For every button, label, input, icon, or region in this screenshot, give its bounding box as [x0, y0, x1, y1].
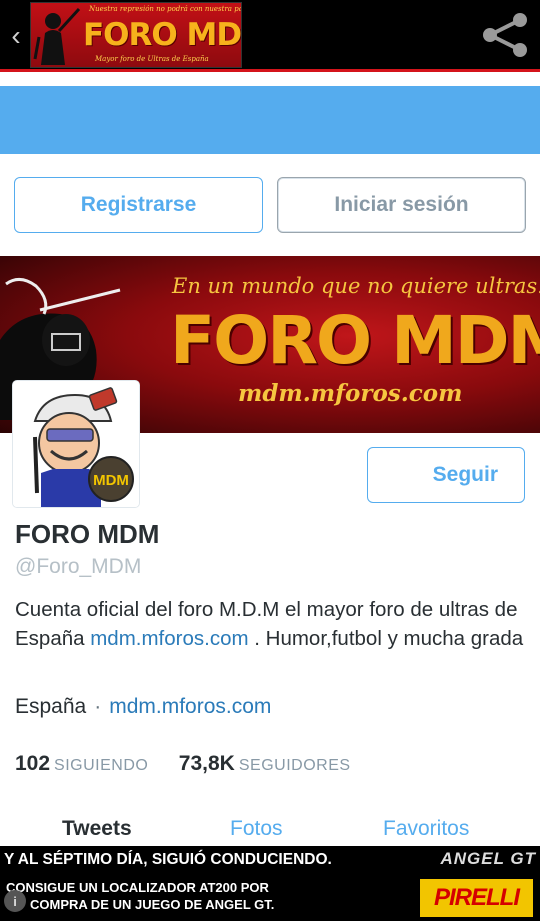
riot-cartoon-avatar-icon: MDM: [13, 381, 139, 507]
profile-tabs: Tweets Fotos Favoritos: [0, 817, 540, 847]
bio-text-end: . Humor,futbol y mucha grada: [248, 626, 524, 650]
followers-count: 73,8K: [178, 752, 235, 775]
profile-name: FORO MDM: [15, 519, 160, 549]
following-stat[interactable]: 102 SIGUIENDO: [15, 752, 148, 776]
avatar-badge-text: MDM: [93, 472, 129, 489]
ad-brand: ANGEL GT: [440, 849, 536, 868]
profile-location-row: España · mdm.mforos.com: [15, 695, 271, 719]
followers-label: SEGUIDORES: [238, 757, 351, 774]
ad-banner[interactable]: Y AL SÉPTIMO DÍA, SIGUIÓ CONDUCIENDO. AN…: [0, 846, 540, 921]
tab-favorites[interactable]: Favoritos: [383, 817, 469, 841]
ad-sponsor-logo: PIRELLI: [420, 879, 533, 917]
separator-dot: ·: [94, 695, 102, 718]
following-label: SIGUIENDO: [54, 757, 149, 774]
follow-button[interactable]: Seguir: [367, 447, 525, 503]
banner-name: FORO MDM: [170, 302, 540, 379]
riot-police-figure-icon: [33, 7, 81, 65]
logo-tagline: Nuestra represión no podrá con nuestra p…: [89, 5, 241, 13]
profile-bio: Cuenta oficial del foro M.D.M el mayor f…: [15, 596, 525, 653]
logo-name: FORO MDM: [83, 17, 242, 53]
tab-tweets[interactable]: Tweets: [62, 817, 132, 841]
banner-url: mdm.mforos.com: [238, 380, 463, 407]
banner-slogan: En un mundo que no quiere ultras...: [172, 274, 540, 298]
tab-photos[interactable]: Fotos: [230, 817, 283, 841]
profile-website-link[interactable]: mdm.mforos.com: [109, 695, 271, 718]
app-bar: ‹ Nuestra represión no podrá con nuestra…: [0, 0, 540, 72]
avatar[interactable]: MDM: [12, 380, 140, 508]
share-icon[interactable]: [478, 8, 532, 62]
app-bar-divider: [0, 69, 540, 72]
profile-stats: 102 SIGUIENDO 73,8K SEGUIDORES: [15, 752, 377, 776]
ad-info-icon[interactable]: i: [4, 890, 26, 912]
chevron-left-icon[interactable]: ‹: [6, 22, 26, 50]
ad-headline: Y AL SÉPTIMO DÍA, SIGUIÓ CONDUCIENDO.: [4, 851, 332, 868]
profile-handle: @Foro_MDM: [15, 555, 142, 578]
logo-subtitle: Mayor foro de Ultras de España: [95, 55, 209, 63]
header-strip: [0, 86, 540, 154]
register-button[interactable]: Registrarse: [14, 177, 263, 233]
forum-logo: Nuestra represión no podrá con nuestra p…: [30, 2, 242, 68]
ad-line-1: CONSIGUE UN LOCALIZADOR AT200 POR: [6, 880, 269, 895]
bio-link[interactable]: mdm.mforos.com: [90, 627, 248, 650]
ad-line-2: COMPRA DE UN JUEGO DE ANGEL GT.: [30, 897, 275, 912]
followers-stat[interactable]: 73,8K SEGUIDORES: [179, 752, 351, 776]
following-count: 102: [15, 752, 51, 775]
profile-location: España: [15, 695, 87, 718]
login-button[interactable]: Iniciar sesión: [277, 177, 526, 233]
